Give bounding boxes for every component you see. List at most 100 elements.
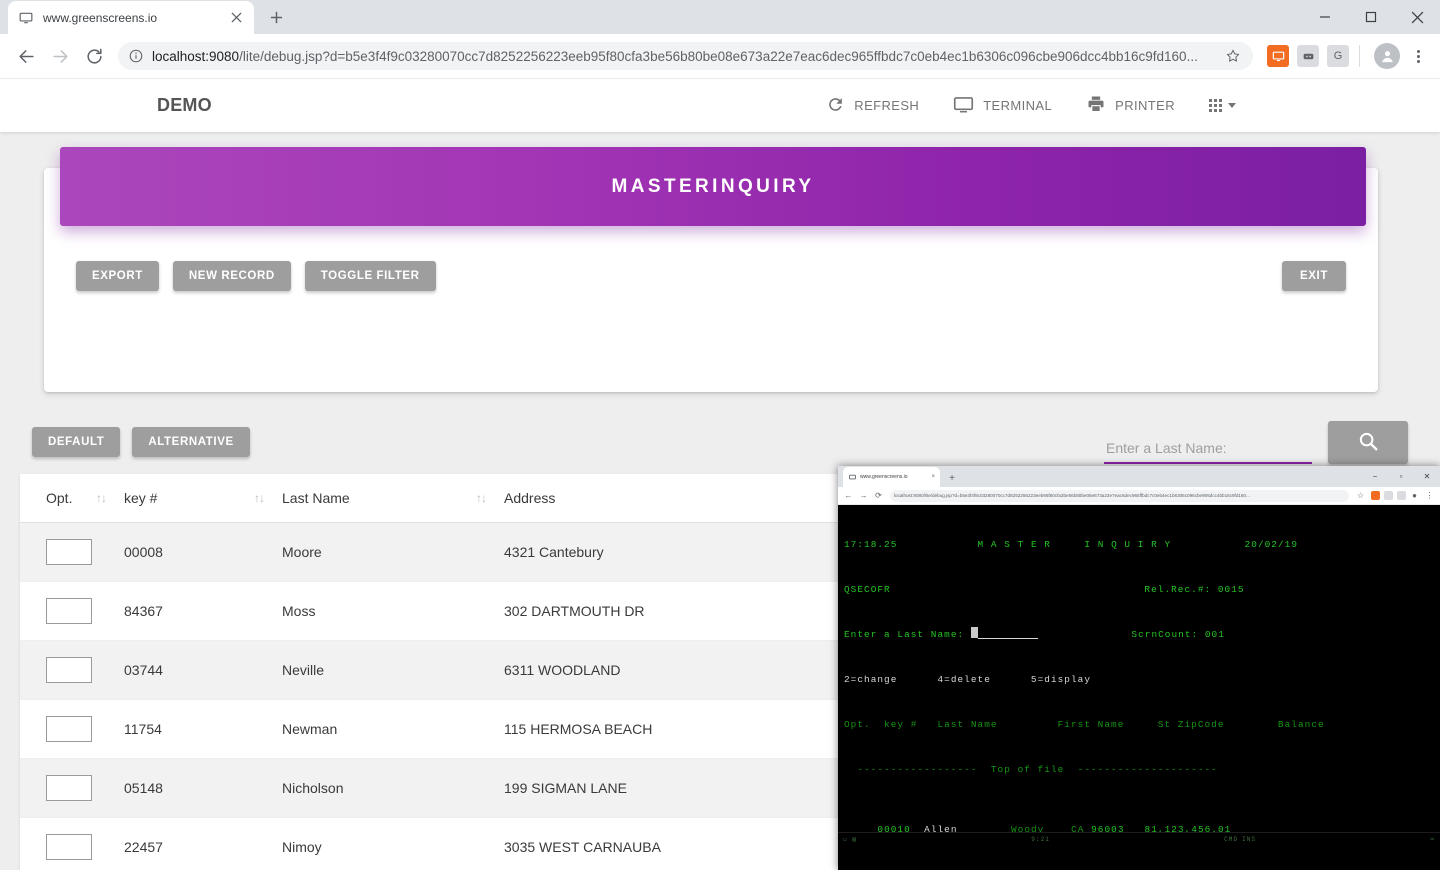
search-button[interactable]: [1328, 421, 1408, 464]
row-address: 115 HERMOSA BEACH: [504, 699, 888, 759]
google-extension-icon[interactable]: G: [1327, 45, 1349, 67]
sort-updown-icon[interactable]: ↑↓: [254, 491, 265, 505]
greenscreens-extension-icon[interactable]: [1371, 491, 1380, 500]
close-icon[interactable]: [228, 10, 244, 26]
omnibox[interactable]: localhost:9080/lite/debug.jsp?d=b5e3f4f9…: [118, 42, 1253, 70]
terminal-window-tab[interactable]: www.greenscreens.io ×: [843, 467, 940, 487]
reload-icon[interactable]: ⟳: [872, 489, 885, 502]
apps-grid-menu[interactable]: [1209, 99, 1236, 112]
puzzle-extension-icon[interactable]: [1297, 45, 1319, 67]
printer-button[interactable]: PRINTER: [1086, 94, 1175, 117]
option-input[interactable]: [46, 598, 92, 624]
browser-window: www.greenscreens.io localhost:9080/lite/…: [0, 0, 1440, 870]
refresh-icon: [826, 95, 845, 117]
row-option-cell[interactable]: [20, 699, 124, 759]
puzzle-extension-icon[interactable]: [1384, 491, 1393, 500]
terminal-header-line: 17:18.25 M A S T E R I N Q U I R Y 20/02…: [844, 537, 1434, 552]
default-view-button[interactable]: DEFAULT: [32, 427, 121, 457]
avatar-icon[interactable]: [1374, 43, 1400, 69]
omnibox-path: /lite/debug.jsp?d=b5e3f4f9c03280070cc7d8…: [239, 48, 1198, 64]
row-option-cell[interactable]: [20, 817, 124, 870]
browser-tabstrip: www.greenscreens.io: [0, 0, 1440, 34]
minimize-icon[interactable]: [1302, 0, 1348, 34]
kebab-menu-icon[interactable]: [1406, 42, 1430, 70]
option-input[interactable]: [46, 775, 92, 801]
terminal-status-mode-a: CMD: [1224, 836, 1239, 843]
info-circle-icon[interactable]: [128, 48, 144, 64]
row-option-cell[interactable]: [20, 581, 124, 641]
column-header-last-name[interactable]: Last Name ↑↓: [282, 474, 504, 523]
row-address: 4321 Cantebury: [504, 522, 888, 582]
omnibox-url: localhost:9080/lite/debug.jsp?d=b5e3f4f9…: [152, 49, 1215, 64]
option-input[interactable]: [46, 834, 92, 860]
option-input[interactable]: [46, 539, 92, 565]
star-icon[interactable]: ☆: [1354, 489, 1367, 502]
close-icon[interactable]: ✕: [1414, 466, 1440, 487]
row-key: 03744: [124, 640, 282, 700]
terminal-screen[interactable]: 17:18.25 M A S T E R I N Q U I R Y 20/02…: [838, 505, 1440, 870]
search-input[interactable]: [1104, 436, 1312, 464]
column-label: key #: [124, 490, 158, 506]
terminal-window-omnibox[interactable]: localhost:9080/lite/debug.jsp?d=b5e3f4f9…: [890, 489, 1349, 502]
column-header-address[interactable]: Address↑↓: [504, 474, 888, 523]
row-last-name: Neville: [282, 640, 504, 700]
export-button[interactable]: EXPORT: [76, 261, 159, 291]
arrow-left-icon[interactable]: [10, 40, 42, 72]
option-input[interactable]: [46, 716, 92, 742]
refresh-label: REFRESH: [854, 98, 920, 113]
row-last-name: Nimoy: [282, 817, 504, 870]
chevron-down-icon: [1228, 103, 1236, 108]
arrow-left-icon[interactable]: ←: [842, 489, 855, 502]
sort-updown-icon[interactable]: ↑↓: [96, 491, 107, 505]
row-option-cell[interactable]: [20, 522, 124, 582]
search-area: [1104, 421, 1408, 464]
terminal-user: QSECOFR: [844, 584, 891, 595]
omnibox-host: localhost:9080: [152, 48, 240, 64]
new-tab-button[interactable]: [262, 3, 290, 31]
terminal-options-line: 2=change 4=delete 5=display: [844, 674, 1092, 685]
column-header-opt[interactable]: Opt. ↑↓: [20, 474, 124, 523]
maximize-icon[interactable]: [1348, 0, 1394, 34]
browser-tab[interactable]: www.greenscreens.io: [8, 1, 254, 34]
terminal-emulator-window[interactable]: www.greenscreens.io × + − ▫ ✕ ← → ⟳ loca…: [838, 466, 1440, 870]
arrow-right-icon[interactable]: [44, 40, 76, 72]
terminal-button[interactable]: TERMINAL: [953, 94, 1052, 118]
inquiry-card: MASTERINQUIRY EXPORT NEW RECORD TOGGLE F…: [44, 147, 1378, 392]
maximize-icon[interactable]: ▫: [1388, 466, 1414, 487]
column-label: Opt.: [46, 490, 73, 506]
column-header-key[interactable]: key # ↑↓: [124, 474, 282, 523]
greenscreens-extension-icon[interactable]: [1267, 45, 1289, 67]
avatar-icon[interactable]: ●: [1408, 489, 1421, 502]
alternative-view-button[interactable]: ALTERNATIVE: [132, 427, 250, 457]
row-address: 302 DARTMOUTH DR: [504, 581, 888, 641]
star-icon[interactable]: [1223, 46, 1243, 66]
terminal-window-controls: − ▫ ✕: [1362, 466, 1440, 487]
close-icon[interactable]: ×: [931, 474, 935, 480]
terminal-title: M A S T E R I N Q U I R Y: [977, 539, 1172, 550]
row-option-cell[interactable]: [20, 758, 124, 818]
toolbar-divider: [1359, 45, 1360, 67]
option-input[interactable]: [46, 657, 92, 683]
reload-icon[interactable]: [78, 40, 110, 72]
new-tab-button[interactable]: +: [945, 471, 959, 485]
row-option-cell[interactable]: [20, 640, 124, 700]
kebab-menu-icon[interactable]: ⋮: [1423, 489, 1436, 502]
minimize-icon[interactable]: −: [1362, 466, 1388, 487]
search-field: [1104, 436, 1312, 464]
sort-updown-icon[interactable]: ↑↓: [476, 491, 487, 505]
arrow-right-icon[interactable]: →: [857, 489, 870, 502]
exit-button[interactable]: EXIT: [1282, 261, 1346, 291]
terminal-window-url: localhost:9080/lite/debug.jsp?d=b5e3f4f9…: [894, 493, 1250, 498]
google-extension-icon[interactable]: [1397, 491, 1406, 500]
toggle-filter-button[interactable]: TOGGLE FILTER: [304, 261, 436, 291]
search-icon: [1357, 430, 1379, 455]
new-record-button[interactable]: NEW RECORD: [172, 261, 291, 291]
terminal-status-bar: ▭ ▤ 9:21 CMD INS ⌨: [838, 832, 1440, 846]
terminal-column-header: Opt. key # Last Name First Name St ZipCo…: [844, 719, 1325, 730]
close-icon[interactable]: [1394, 0, 1440, 34]
row-key: 00008: [124, 522, 282, 582]
app-header: DEMO REFRESH TERMINAL PRINTER: [0, 79, 1440, 132]
terminal-status-keyboard-icon: ⌨: [1430, 836, 1436, 843]
refresh-button[interactable]: REFRESH: [826, 95, 919, 117]
terminal-status-position: 9:21: [1031, 836, 1050, 843]
